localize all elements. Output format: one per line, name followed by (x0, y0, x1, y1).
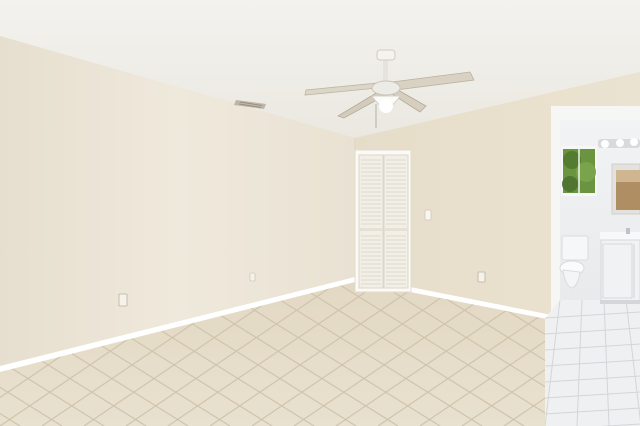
bathroom-doorway (545, 106, 640, 426)
fan-canopy (376, 49, 396, 61)
outlet-left-wall-2 (249, 272, 256, 282)
room-illustration (0, 0, 640, 426)
window (561, 146, 597, 196)
vanity-lights (598, 138, 640, 148)
outlet-left-wall (118, 293, 128, 307)
mirror (611, 163, 640, 215)
toilet-tank (561, 235, 589, 261)
fan-motor-housing (371, 80, 401, 96)
room-photo (0, 0, 640, 426)
outlet-right-wall (477, 271, 486, 283)
closet-door (354, 149, 412, 293)
vanity (600, 228, 640, 304)
light-switch (424, 209, 432, 221)
faucet (626, 228, 630, 234)
